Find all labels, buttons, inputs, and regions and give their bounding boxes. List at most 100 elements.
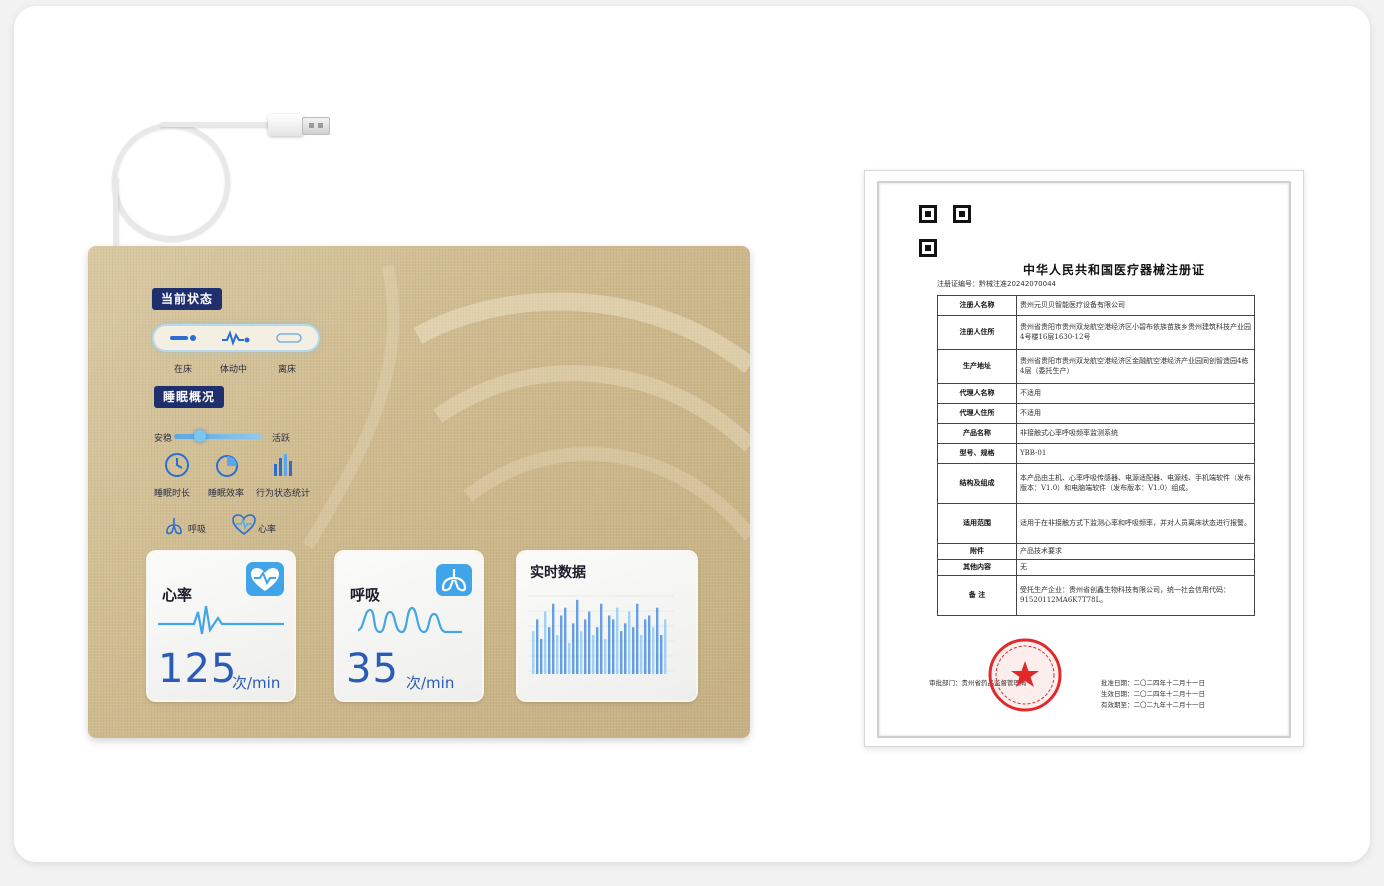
metric-sleep-efficiency: 睡眠效率 bbox=[208, 489, 245, 499]
certificate-row-value: 非接触式心率呼吸频率监测系统 bbox=[1016, 423, 1255, 444]
realtime-bar bbox=[596, 627, 599, 674]
certificate-row: 注册人住所 贵州省贵阳市贵州双龙航空港经济区小碧布依族苗族乡贵州建筑科技产业园4号… bbox=[937, 315, 1255, 350]
breath-rate-value: 35 bbox=[346, 646, 399, 692]
realtime-bar bbox=[580, 631, 583, 674]
qr-code bbox=[919, 205, 971, 257]
certificate-row-label: 注册人名称 bbox=[937, 295, 1017, 316]
breath-waveform bbox=[358, 606, 462, 634]
certificate-table: 注册人名称 贵州元贝贝智能医疗设备有限公司 注册人住所 贵州省贵阳市贵州双龙航空港经济… bbox=[937, 295, 1255, 616]
heart-icon bbox=[246, 562, 284, 596]
realtime-bar bbox=[640, 635, 643, 674]
metric-sleep-duration: 睡眠时长 bbox=[154, 489, 191, 499]
certificate-row-label: 其他内容 bbox=[937, 559, 1017, 576]
certificate-row-value: 适用于在非接触方式下监测心率和呼吸频率，并对人员离床状态进行报警。 bbox=[1016, 503, 1255, 544]
certificate-row-label: 注册人住所 bbox=[937, 315, 1017, 350]
certificate-row: 结构及组成 本产品由主机、心率呼吸传感器、电源适配器、电源线、手机端软件（发布版本… bbox=[937, 463, 1255, 504]
certificate-row: 适用范围 适用于在非接触方式下监测心率和呼吸频率，并对人员离床状态进行报警。 bbox=[937, 503, 1255, 544]
lungs-panel-icon bbox=[436, 564, 472, 596]
certificate-row-value: 无 bbox=[1016, 559, 1255, 576]
certificate-row-label: 附件 bbox=[937, 543, 1017, 560]
realtime-bars bbox=[528, 595, 674, 674]
current-status-tag: 当前状态 bbox=[152, 288, 223, 310]
status-off-bed-label: 离床 bbox=[278, 365, 297, 375]
heart-rate-value: 125 bbox=[158, 646, 238, 692]
realtime-bar bbox=[588, 611, 591, 674]
realtime-bar bbox=[656, 607, 659, 674]
heart-waveform bbox=[158, 605, 284, 635]
certificate-row-value: 贵州元贝贝智能医疗设备有限公司 bbox=[1016, 295, 1255, 316]
status-pill bbox=[154, 326, 318, 350]
realtime-bar bbox=[556, 635, 559, 674]
certificate-row: 型号、规格 YBB-01 bbox=[937, 443, 1255, 464]
heart-rate-panel: 心率 125 次/min bbox=[148, 552, 294, 700]
realtime-bar bbox=[636, 603, 639, 674]
realtime-panel-title: 实时数据 bbox=[530, 565, 586, 581]
heart-rate-unit: 次/min bbox=[232, 674, 281, 692]
certificate-row-label: 结构及组成 bbox=[937, 463, 1017, 504]
certificate-row-label: 备 注 bbox=[937, 575, 1017, 616]
realtime-bar bbox=[548, 627, 551, 674]
realtime-bar bbox=[616, 607, 619, 674]
official-seal-icon bbox=[988, 638, 1062, 712]
realtime-bar bbox=[592, 635, 595, 674]
certificate-row-label: 生产地址 bbox=[937, 349, 1017, 384]
realtime-bar bbox=[612, 619, 615, 674]
certificate-row: 附件 产品技术要求 bbox=[937, 543, 1255, 560]
certificate-row-value: 不适用 bbox=[1016, 383, 1255, 404]
realtime-bar bbox=[572, 623, 575, 674]
certificate-row-label: 代理人名称 bbox=[937, 383, 1017, 404]
cable-coil bbox=[112, 123, 230, 241]
breath-tag-label: 呼吸 bbox=[188, 525, 207, 535]
lungs-icon bbox=[166, 518, 182, 535]
usb-plug-body bbox=[268, 114, 304, 136]
realtime-bar bbox=[644, 619, 647, 674]
certificate-row-label: 适用范围 bbox=[937, 503, 1017, 544]
realtime-bar bbox=[628, 611, 631, 674]
pie-chart-icon bbox=[216, 455, 238, 477]
certificate-row-label: 代理人住所 bbox=[937, 403, 1017, 424]
certificate-row-value: 本产品由主机、心率呼吸传感器、电源适配器、电源线、手机端软件（发布版本：V1.0… bbox=[1016, 463, 1255, 504]
realtime-bar bbox=[532, 631, 535, 674]
realtime-bar bbox=[604, 638, 607, 674]
slider-right-label: 活跃 bbox=[272, 434, 291, 444]
realtime-bar bbox=[624, 623, 627, 674]
certificate-row-label: 型号、规格 bbox=[937, 443, 1017, 464]
status-moving-label: 体动中 bbox=[220, 365, 248, 375]
certificate-row-label: 产品名称 bbox=[937, 423, 1017, 444]
breath-rate-unit: 次/min bbox=[406, 674, 455, 692]
certificate-row: 生产地址 贵州省贵阳市贵州双龙航空港经济区金融航空港经济产业园同创智造园4栋4层（… bbox=[937, 349, 1255, 384]
cable-line bbox=[160, 122, 272, 127]
realtime-bar bbox=[564, 607, 567, 674]
certificate-row: 代理人住所 不适用 bbox=[937, 403, 1255, 424]
registration-certificate: 中华人民共和国医疗器械注册证 注册证编号：黔械注准20242070044 注册人… bbox=[864, 170, 1304, 747]
effective-date: 生效日期：二〇二四年十二月十一日 bbox=[1101, 690, 1205, 698]
certificate-number: 注册证编号：黔械注准20242070044 bbox=[937, 280, 1056, 288]
certificate-row: 其他内容无 bbox=[937, 559, 1255, 576]
approval-date: 批准日期：二〇二四年十二月十一日 bbox=[1101, 679, 1205, 687]
certificate-row-value: 贵州省贵阳市贵州双龙航空港经济区小碧布依族苗族乡贵州建筑科技产业园4号楼16层1… bbox=[1016, 315, 1255, 350]
certificate-row-value: 产品技术要求 bbox=[1016, 543, 1255, 560]
realtime-bar bbox=[600, 603, 603, 674]
breath-panel-title: 呼吸 bbox=[350, 586, 381, 604]
realtime-bar bbox=[652, 627, 655, 674]
certificate-row-value: YBB-01 bbox=[1016, 443, 1255, 464]
slider-left-label: 安稳 bbox=[154, 434, 173, 444]
sleep-monitor-mat: 当前状态 在床 体动中 离床 睡眠概况 安稳 活跃 睡眠时长 睡眠效率 行为状态… bbox=[88, 246, 750, 738]
certificate-row: 代理人名称 不适用 bbox=[937, 383, 1255, 404]
realtime-bar bbox=[576, 599, 579, 674]
certificate-paper: 中华人民共和国医疗器械注册证 注册证编号：黔械注准20242070044 注册人… bbox=[877, 181, 1291, 738]
realtime-bar bbox=[560, 615, 563, 674]
certificate-title: 中华人民共和国医疗器械注册证 bbox=[1022, 263, 1205, 277]
motion-icon bbox=[222, 330, 250, 346]
sleep-activity-slider bbox=[174, 434, 262, 439]
cable-drop bbox=[113, 178, 118, 250]
realtime-bar bbox=[568, 642, 571, 674]
certificate-row: 备 注受托生产企业：贵州省创鑫生物科技有限公司，统一社会信用代码：9152011… bbox=[937, 575, 1255, 616]
bar-chart-icon bbox=[274, 454, 292, 476]
realtime-bar bbox=[552, 603, 555, 674]
certificate-row-value: 贵州省贵阳市贵州双龙航空港经济区金融航空港经济产业园同创智造园4栋4层（委托生产… bbox=[1016, 349, 1255, 384]
realtime-bar bbox=[536, 619, 539, 674]
heart-tag-label: 心率 bbox=[258, 525, 277, 535]
realtime-bar bbox=[544, 611, 547, 674]
clock-icon bbox=[165, 453, 189, 477]
